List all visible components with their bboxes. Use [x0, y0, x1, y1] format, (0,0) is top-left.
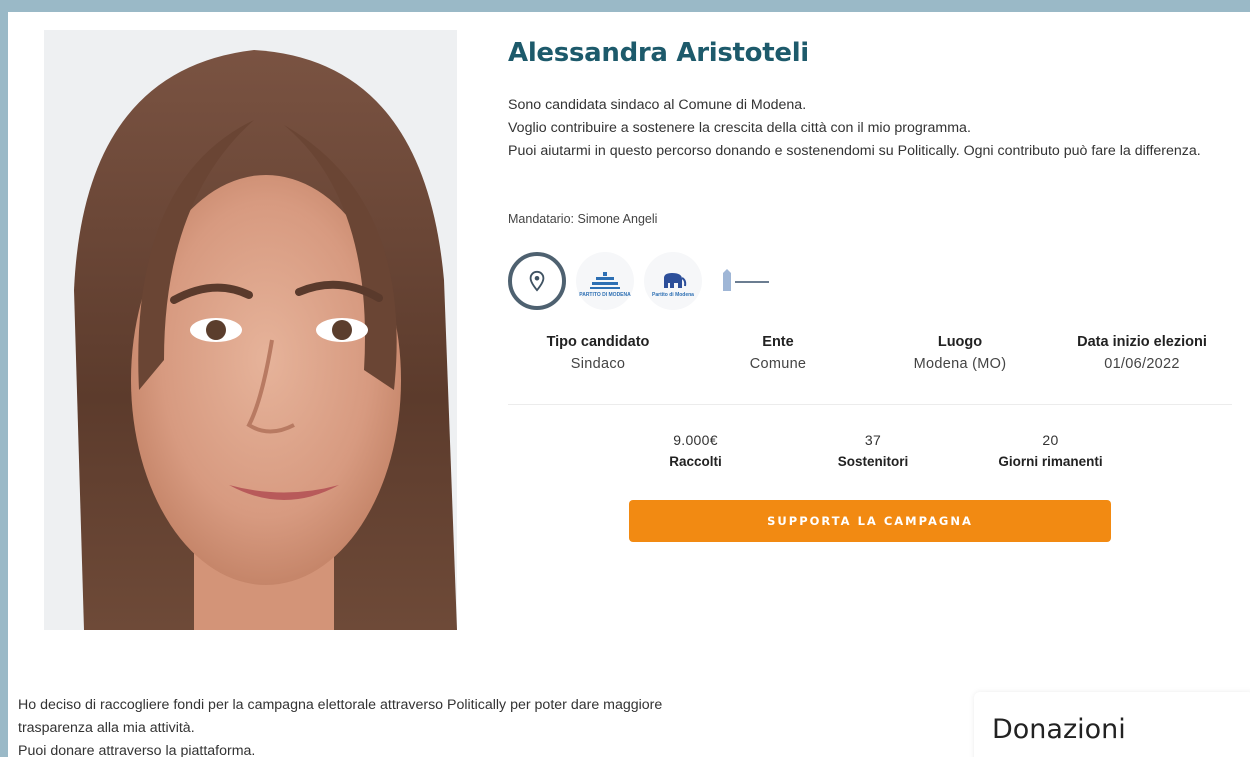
info-label: Luogo	[937, 334, 983, 350]
stat-giorni: 20 Giorni rimanenti	[983, 432, 1118, 469]
badge-caption: PARTITO DI MODENA	[579, 292, 631, 298]
info-label: Ente	[762, 334, 794, 350]
info-value: Sindaco	[570, 356, 626, 372]
bio-line: Puoi aiutarmi in questo percorso donando…	[508, 143, 1201, 159]
stat-value: 9.000€	[673, 432, 718, 448]
candidate-bio: Sono candidata sindaco al Comune di Mode…	[508, 94, 1228, 163]
info-value: Comune	[749, 356, 807, 372]
stat-label: Raccolti	[669, 454, 722, 469]
info-data-inizio: Data inizio elezioni 01/06/2022	[1052, 334, 1232, 372]
info-label: Data inizio elezioni	[1077, 334, 1207, 350]
stat-sostenitori: 37 Sostenitori	[763, 432, 983, 469]
location-pin-icon[interactable]	[508, 252, 566, 310]
description-line: Puoi donare attraverso la piattaforma.	[18, 743, 256, 757]
elephant-icon[interactable]: Partito di Modena	[644, 252, 702, 310]
info-label: Tipo candidato	[546, 334, 650, 350]
monument-icon[interactable]	[712, 252, 782, 310]
info-tipo-candidato: Tipo candidato Sindaco	[508, 334, 688, 372]
building-icon[interactable]: PARTITO DI MODENA	[576, 252, 634, 310]
info-value: Modena (MO)	[913, 356, 1007, 372]
mandatario-text: Mandatario: Simone Angeli	[508, 212, 658, 226]
bio-line: Voglio contribuire a sostenere la cresci…	[508, 120, 971, 136]
stat-label: Giorni rimanenti	[998, 454, 1103, 469]
stat-raccolti: 9.000€ Raccolti	[628, 432, 763, 469]
candidate-info: Tipo candidato Sindaco Ente Comune Luogo…	[508, 334, 1232, 372]
bio-line: Sono candidata sindaco al Comune di Mode…	[508, 97, 807, 113]
campaign-description: Ho deciso di raccogliere fondi per la ca…	[18, 694, 878, 757]
badge-caption: Partito di Modena	[652, 292, 694, 298]
stat-value: 37	[864, 432, 882, 448]
info-value: 01/06/2022	[1104, 356, 1180, 372]
stat-value: 20	[1042, 432, 1059, 448]
candidate-name: Alessandra Aristoteli	[508, 38, 809, 68]
campaign-stats: 9.000€ Raccolti 37 Sostenitori 20 Giorni…	[628, 432, 1128, 469]
stat-label: Sostenitori	[837, 454, 909, 469]
description-line: Ho deciso di raccogliere fondi per la ca…	[18, 697, 663, 713]
campaign-page: Alessandra Aristoteli Sono candidata sin…	[8, 12, 1250, 757]
description-line: trasparenza alla mia attività.	[18, 720, 195, 736]
info-ente: Ente Comune	[688, 334, 868, 372]
info-luogo: Luogo Modena (MO)	[868, 334, 1052, 372]
endorsement-badges: PARTITO DI MODENA Partito di Modena	[508, 250, 792, 312]
support-campaign-button[interactable]: SUPPORTA LA CAMPAGNA	[629, 500, 1111, 542]
donations-title: Donazioni	[992, 714, 1126, 745]
divider	[508, 404, 1232, 405]
donations-card: Donazioni	[974, 692, 1250, 757]
candidate-photo	[44, 30, 457, 630]
